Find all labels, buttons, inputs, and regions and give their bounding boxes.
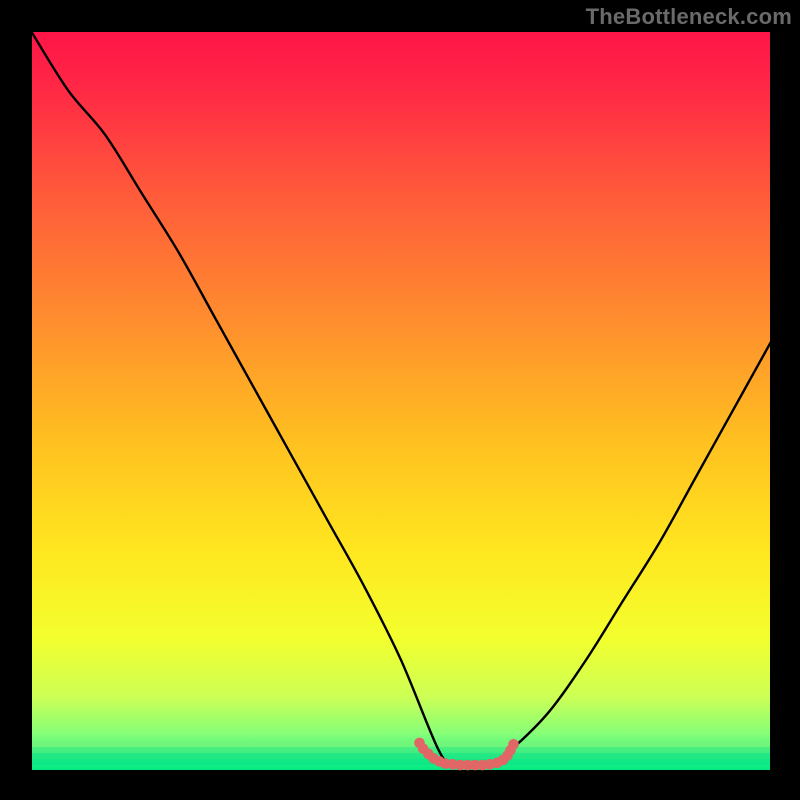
- watermark-text: TheBottleneck.com: [586, 4, 792, 30]
- green-band-strokes: [31, 744, 771, 762]
- chart-stage: TheBottleneck.com: [0, 0, 800, 800]
- marker-dot: [508, 739, 519, 750]
- plot-svg: [0, 0, 800, 800]
